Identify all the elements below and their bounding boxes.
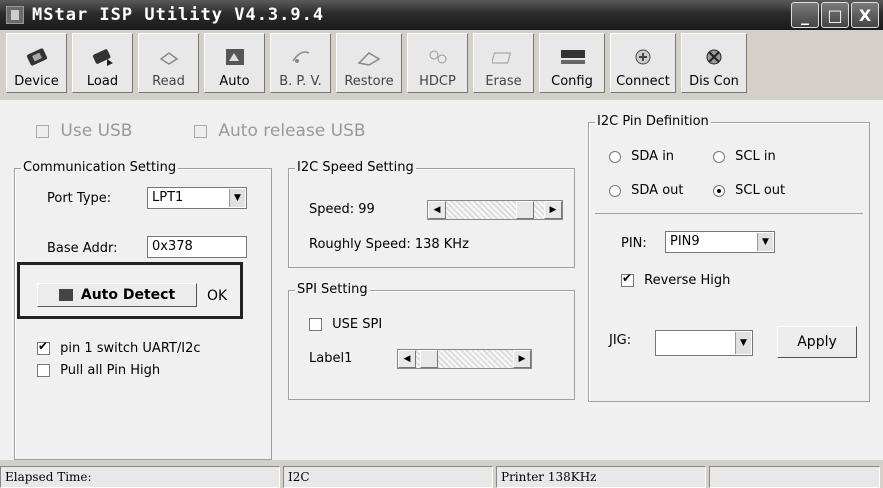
i2c-pin-definition-title: I2C Pin Definition (595, 114, 711, 129)
use-spi-option[interactable]: USE SPI (309, 317, 382, 332)
speed-scrollbar[interactable]: ◀ ▶ (427, 200, 563, 220)
hdcp-button[interactable]: HDCP (407, 33, 468, 93)
printer-status: Printer 138KHz (496, 466, 706, 488)
pin1-switch-option[interactable]: pin 1 switch UART/I2c (37, 339, 200, 356)
window-controls: _ □ X (791, 2, 879, 28)
scroll-right-icon[interactable]: ▶ (513, 350, 531, 368)
app-icon (6, 6, 24, 24)
spi-scroll-thumb[interactable] (420, 350, 438, 368)
scroll-left-icon[interactable]: ◀ (398, 350, 416, 368)
extra-status (709, 466, 880, 488)
auto-detect-icon (58, 289, 73, 301)
scroll-right-icon[interactable]: ▶ (544, 201, 562, 219)
auto-button[interactable]: Auto (204, 33, 265, 93)
pin-label: PIN: (621, 236, 647, 251)
device-button[interactable]: Device (6, 33, 67, 93)
minimize-button[interactable]: _ (791, 2, 819, 28)
pull-all-pin-high-checkbox[interactable] (37, 364, 50, 377)
window-title: MStar ISP Utility V4.3.9.4 (32, 5, 325, 25)
sda-in-radio[interactable] (609, 150, 621, 163)
base-addr-label: Base Addr: (47, 241, 118, 256)
reverse-high-option[interactable]: Reverse High (621, 271, 730, 288)
device-icon (24, 46, 50, 68)
restore-button[interactable]: Restore (336, 33, 402, 93)
label1-text: Label1 (309, 351, 353, 366)
chevron-down-icon[interactable]: ▼ (229, 189, 245, 207)
elapsed-time-status: Elapsed Time: (0, 466, 280, 488)
bpv-icon (288, 46, 314, 68)
title-bar: MStar ISP Utility V4.3.9.4 _ □ X (0, 0, 883, 30)
restore-icon (356, 46, 382, 68)
i2c-speed-setting-title: I2C Speed Setting (295, 160, 416, 175)
jig-label: JIG: (609, 333, 632, 348)
jig-select[interactable]: ▼ (655, 330, 753, 356)
status-bar: Elapsed Time: I2C Printer 138KHz (0, 466, 883, 488)
i2c-speed-setting-group: I2C Speed Setting Speed: 99 ◀ ▶ Roughly … (288, 160, 575, 268)
spi-setting-title: SPI Setting (295, 282, 370, 297)
auto-detect-button[interactable]: Auto Detect (37, 283, 197, 307)
scroll-left-icon[interactable]: ◀ (428, 201, 446, 219)
auto-release-usb-checkbox[interactable] (194, 124, 207, 138)
scl-out-option[interactable]: SCL out (713, 183, 785, 198)
detect-status: OK (207, 288, 228, 304)
auto-icon (222, 46, 248, 68)
sda-out-option[interactable]: SDA out (609, 183, 684, 198)
hdcp-icon (425, 46, 451, 68)
connect-button[interactable]: Connect (610, 33, 676, 93)
read-button[interactable]: Read (138, 33, 199, 93)
pin-divider (595, 213, 863, 214)
speed-label: Speed: 99 (309, 202, 375, 217)
load-icon (90, 46, 116, 68)
pull-all-pin-high-option[interactable]: Pull all Pin High (37, 363, 160, 378)
i2c-pin-definition-group: I2C Pin Definition SDA in SCL in SDA out… (588, 114, 870, 402)
mode-status: I2C (283, 466, 493, 488)
pin-select[interactable]: PIN9 ▼ (665, 231, 775, 253)
base-addr-input[interactable]: 0x378 (147, 236, 247, 258)
communication-setting-group: Communication Setting Port Type: LPT1 ▼ … (14, 160, 272, 460)
close-button[interactable]: X (851, 2, 879, 28)
roughly-speed-text: Roughly Speed: 138 KHz (309, 237, 469, 252)
scl-out-radio[interactable] (713, 184, 725, 197)
port-type-label: Port Type: (47, 191, 112, 206)
use-spi-checkbox[interactable] (309, 318, 322, 331)
use-usb-option[interactable]: Use USB (36, 121, 132, 141)
speed-scroll-thumb[interactable] (516, 201, 534, 219)
scl-in-option[interactable]: SCL in (713, 149, 776, 164)
main-panel: Use USB Auto release USB Communication S… (0, 100, 883, 460)
load-button[interactable]: Load (72, 33, 133, 93)
use-usb-checkbox[interactable] (36, 124, 49, 138)
spi-setting-group: SPI Setting USE SPI Label1 ◀ ▶ (288, 282, 575, 400)
apply-button[interactable]: Apply (777, 326, 857, 358)
sda-out-radio[interactable] (609, 184, 621, 197)
maximize-button[interactable]: □ (821, 2, 849, 28)
connect-icon (630, 46, 656, 68)
spi-scrollbar[interactable]: ◀ ▶ (397, 349, 532, 369)
communication-setting-title: Communication Setting (21, 160, 179, 175)
reverse-high-checkbox[interactable] (621, 271, 634, 287)
disconnect-icon (701, 46, 727, 68)
pin1-switch-checkbox[interactable] (37, 339, 50, 355)
erase-button[interactable]: Erase (473, 33, 534, 93)
sda-in-option[interactable]: SDA in (609, 149, 674, 164)
chevron-down-icon[interactable]: ▼ (757, 233, 773, 251)
port-type-select[interactable]: LPT1 ▼ (147, 187, 247, 209)
chevron-down-icon[interactable]: ▼ (735, 332, 751, 354)
disconnect-button[interactable]: Dis Con (681, 33, 747, 93)
read-icon (156, 46, 182, 68)
bpv-button[interactable]: B. P. V. (270, 33, 331, 93)
auto-release-usb-option[interactable]: Auto release USB (194, 121, 366, 141)
config-button[interactable]: Config (539, 33, 605, 93)
config-icon (559, 46, 585, 68)
erase-icon (491, 46, 517, 68)
toolbar: Device Load Read Auto B. P. V. Restore H… (0, 33, 883, 95)
scl-in-radio[interactable] (713, 150, 725, 163)
